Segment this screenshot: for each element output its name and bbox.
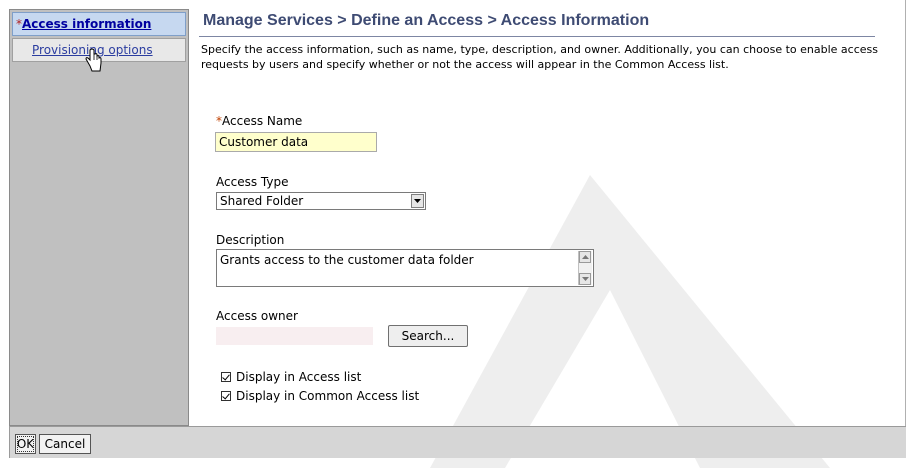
description-scrollbar[interactable] — [578, 251, 592, 285]
ok-button[interactable]: OK — [15, 434, 36, 454]
hand-cursor-icon — [85, 48, 102, 72]
dropdown-arrow-icon[interactable] — [411, 194, 424, 208]
scroll-down-icon[interactable] — [579, 273, 591, 285]
cancel-button[interactable]: Cancel — [39, 434, 91, 454]
access-owner-field — [216, 327, 373, 345]
display-access-list-checkbox[interactable] — [221, 372, 231, 382]
access-type-label: Access Type — [216, 175, 289, 189]
display-common-access-list-option[interactable]: Display in Common Access list — [221, 389, 419, 403]
display-common-access-list-checkbox[interactable] — [221, 391, 231, 401]
title-divider — [199, 36, 875, 37]
description-label: Description — [216, 233, 285, 247]
access-owner-label: Access owner — [216, 309, 298, 323]
access-name-input[interactable]: Customer data — [215, 132, 377, 152]
nav-item-access-information[interactable]: *Access information — [12, 12, 186, 36]
page-title: Manage Services > Define an Access > Acc… — [203, 12, 650, 29]
description-textarea[interactable]: Grants access to the customer data folde… — [216, 249, 594, 287]
access-type-value: Shared Folder — [220, 194, 304, 208]
description-value: Grants access to the customer data folde… — [220, 253, 474, 267]
access-name-label: *Access Name — [216, 114, 302, 128]
search-button[interactable]: Search... — [388, 325, 468, 347]
bottom-button-bar: OK Cancel — [9, 426, 906, 458]
display-access-list-option[interactable]: Display in Access list — [221, 370, 361, 384]
intro-text: Specify the access information, such as … — [201, 43, 878, 71]
nav-item-access-information-label[interactable]: Access information — [22, 17, 151, 31]
display-access-list-label: Display in Access list — [236, 370, 362, 384]
display-common-access-list-label: Display in Common Access list — [236, 389, 420, 403]
scroll-up-icon[interactable] — [579, 251, 591, 263]
access-name-label-text: Access Name — [222, 114, 303, 128]
access-type-select[interactable]: Shared Folder — [216, 192, 426, 210]
